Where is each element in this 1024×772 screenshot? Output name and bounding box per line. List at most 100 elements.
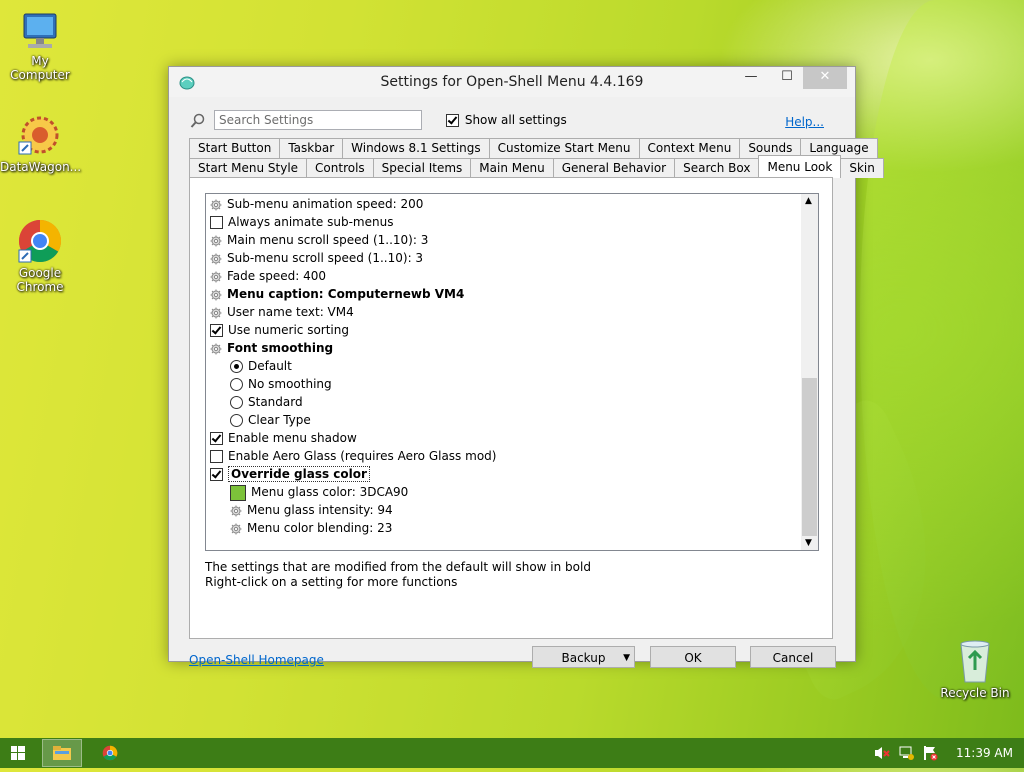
- color-swatch-icon[interactable]: [230, 484, 246, 501]
- setting-label: Fade speed: 400: [227, 269, 326, 283]
- tab-context-menu[interactable]: Context Menu: [638, 138, 741, 158]
- setting-row[interactable]: Enable menu shadow: [210, 429, 357, 447]
- tab-general-behavior[interactable]: General Behavior: [552, 158, 676, 178]
- help-link[interactable]: Help...: [785, 115, 824, 129]
- radio-button-icon[interactable]: [230, 414, 243, 427]
- checkbox-icon[interactable]: [210, 468, 223, 481]
- radio-button-icon[interactable]: [230, 396, 243, 409]
- gear-icon: [210, 305, 222, 319]
- cancel-button[interactable]: Cancel: [750, 646, 836, 668]
- setting-row[interactable]: No smoothing: [230, 375, 332, 393]
- setting-row[interactable]: Main menu scroll speed (1..10): 3: [210, 231, 428, 249]
- show-all-settings-label: Show all settings: [464, 113, 567, 127]
- gear-icon: [210, 197, 222, 211]
- dialog-body: Search Settings Show all settings Help..…: [176, 97, 884, 668]
- tab-customize-start-menu[interactable]: Customize Start Menu: [488, 138, 640, 158]
- settings-tree[interactable]: Sub-menu animation speed: 200 Always anim…: [205, 193, 819, 551]
- gear-icon: [230, 503, 242, 517]
- setting-row[interactable]: Enable Aero Glass (requires Aero Glass m…: [210, 447, 496, 465]
- ok-button[interactable]: OK: [650, 646, 736, 668]
- setting-row[interactable]: Standard: [230, 393, 303, 411]
- scrollbar-thumb[interactable]: [802, 378, 817, 536]
- radio-button-icon[interactable]: [230, 378, 243, 391]
- clock[interactable]: 11:39 AM: [956, 738, 1013, 768]
- datawagon-icon: [17, 112, 63, 158]
- note-right-click: Right-click on a setting for more functi…: [205, 575, 458, 589]
- setting-label: Menu color blending: 23: [247, 521, 393, 535]
- checkbox-icon[interactable]: [210, 324, 223, 337]
- setting-row[interactable]: User name text: VM4: [210, 303, 354, 321]
- setting-row[interactable]: Menu glass intensity: 94: [230, 501, 393, 519]
- setting-row[interactable]: Fade speed: 400: [210, 267, 326, 285]
- setting-row[interactable]: Default: [230, 357, 292, 375]
- setting-label: Always animate sub-menus: [228, 215, 394, 229]
- network-icon[interactable]: [898, 738, 914, 768]
- action-center-icon[interactable]: [922, 738, 938, 768]
- title-bar[interactable]: Settings for Open-Shell Menu 4.4.169 — ☐…: [169, 67, 855, 97]
- radio-button-icon[interactable]: [230, 360, 243, 373]
- setting-row[interactable]: Clear Type: [230, 411, 311, 429]
- tab-row-2: Start Menu Style Controls Special Items Mai…: [189, 155, 884, 178]
- show-all-settings-checkbox[interactable]: Show all settings: [446, 113, 567, 127]
- setting-label: Menu glass color: 3DCA90: [251, 485, 409, 499]
- setting-label: Menu caption: Computernewb VM4: [227, 287, 465, 301]
- setting-row[interactable]: Use numeric sorting: [210, 321, 349, 339]
- setting-label: Use numeric sorting: [228, 323, 349, 337]
- setting-row[interactable]: Override glass color: [210, 465, 370, 483]
- checkbox-icon[interactable]: [210, 216, 223, 229]
- setting-row[interactable]: Menu caption: Computernewb VM4: [210, 285, 464, 303]
- desktop-icon-label: DataWagon...: [0, 160, 82, 174]
- gear-icon: [210, 341, 222, 355]
- tab-main-menu[interactable]: Main Menu: [470, 158, 554, 178]
- vertical-scrollbar[interactable]: ▲ ▼: [801, 194, 818, 550]
- setting-row[interactable]: Menu glass color: 3DCA90: [230, 483, 408, 501]
- tab-search-box[interactable]: Search Box: [674, 158, 760, 178]
- taskbar-file-explorer[interactable]: [42, 739, 82, 767]
- close-button[interactable]: ✕: [803, 67, 847, 89]
- checkbox-icon[interactable]: [210, 450, 223, 463]
- setting-row[interactable]: Menu color blending: 23: [230, 519, 392, 537]
- desktop-icon-recycle-bin[interactable]: Recycle Bin: [935, 638, 1015, 700]
- setting-label: User name text: VM4: [227, 305, 354, 319]
- maximize-button[interactable]: ☐: [773, 67, 801, 89]
- setting-label: Enable menu shadow: [228, 431, 357, 445]
- search-icon: [190, 113, 206, 132]
- scroll-down-arrow-icon[interactable]: ▼: [805, 538, 812, 548]
- tab-panel: Sub-menu animation speed: 200 Always anim…: [189, 177, 833, 639]
- setting-label: Standard: [248, 395, 303, 409]
- tab-windows-8-1-settings[interactable]: Windows 8.1 Settings: [342, 138, 490, 158]
- tab-start-button[interactable]: Start Button: [189, 138, 281, 158]
- start-button[interactable]: [0, 738, 36, 768]
- tab-controls[interactable]: Controls: [306, 158, 374, 178]
- backup-button[interactable]: Backup ▼: [532, 646, 635, 668]
- gear-icon: [230, 521, 242, 535]
- volume-muted-icon[interactable]: [874, 738, 890, 768]
- desktop-icon-label: Google Chrome: [16, 266, 64, 294]
- recycle-bin-icon: [955, 638, 995, 684]
- setting-row[interactable]: Always animate sub-menus: [210, 213, 393, 231]
- tab-special-items[interactable]: Special Items: [372, 158, 472, 178]
- tab-menu-look[interactable]: Menu Look: [758, 155, 842, 178]
- desktop-icon-google-chrome[interactable]: Google Chrome: [0, 218, 80, 294]
- setting-row[interactable]: Font smoothing: [210, 339, 333, 357]
- desktop-icon-my-computer[interactable]: My Computer: [0, 10, 80, 82]
- setting-row[interactable]: Sub-menu animation speed: 200: [210, 195, 423, 213]
- help-notes: The settings that are modified from the …: [205, 560, 591, 590]
- checkbox-icon[interactable]: [210, 432, 223, 445]
- desktop-icon-datawagon[interactable]: DataWagon...: [0, 112, 82, 174]
- tab-start-menu-style[interactable]: Start Menu Style: [189, 158, 308, 178]
- open-shell-homepage-link[interactable]: Open-Shell Homepage: [189, 653, 324, 667]
- taskbar-chrome[interactable]: [92, 739, 128, 767]
- tab-taskbar[interactable]: Taskbar: [279, 138, 344, 158]
- setting-label: Sub-menu scroll speed (1..10): 3: [227, 251, 424, 265]
- setting-label: Main menu scroll speed (1..10): 3: [227, 233, 429, 247]
- chrome-icon: [17, 218, 63, 264]
- tab-skin[interactable]: Skin: [840, 158, 884, 178]
- gear-icon: [210, 251, 222, 265]
- search-input[interactable]: Search Settings: [214, 110, 422, 130]
- setting-label: Menu glass intensity: 94: [247, 503, 393, 517]
- minimize-button[interactable]: —: [737, 67, 765, 89]
- scroll-up-arrow-icon[interactable]: ▲: [805, 196, 812, 206]
- setting-row[interactable]: Sub-menu scroll speed (1..10): 3: [210, 249, 423, 267]
- file-explorer-icon: [53, 746, 71, 760]
